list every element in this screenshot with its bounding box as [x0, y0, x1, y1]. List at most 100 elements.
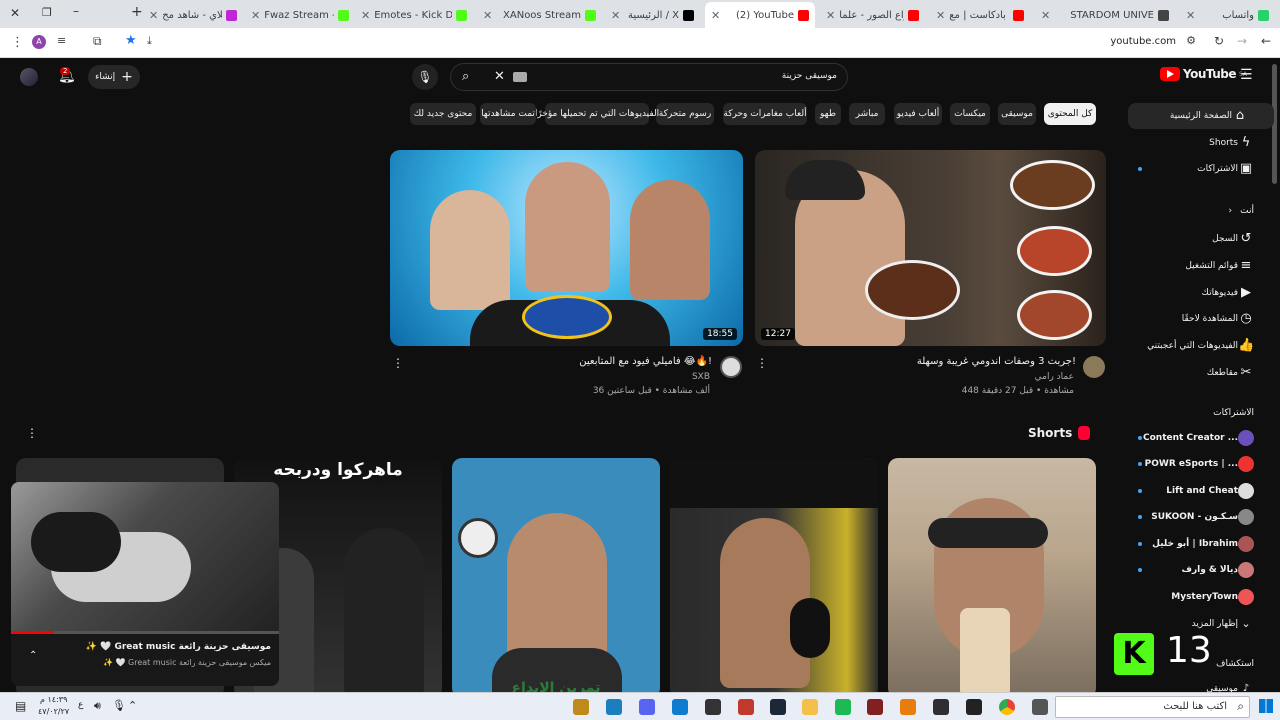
browser-tab[interactable]: ✕ (2) YouTube [705, 2, 815, 28]
search-box[interactable]: ⌕ ✕ موسيقى حزينة [450, 63, 848, 91]
create-button[interactable]: إنشاء + [88, 65, 140, 89]
tab-close-icon[interactable]: ✕ [1186, 9, 1195, 22]
tab-close-icon[interactable]: ✕ [936, 9, 945, 22]
miniplayer[interactable]: موسيقى حزينة رائعة Great music 🤍 ✨ ميكس … [11, 482, 279, 686]
tab-close-icon[interactable]: ✕ [251, 9, 260, 22]
search-icon[interactable]: ⌕ [462, 69, 469, 84]
browser-tab[interactable]: ✕ الرئيسية / X [605, 4, 700, 26]
sidebar-item[interactable]: السجل ↺ [1128, 226, 1280, 252]
profile-avatar[interactable]: A [32, 35, 46, 49]
hamburger-menu-icon[interactable]: ☰ [1240, 67, 1253, 83]
sidebar-item[interactable]: الصفحة الرئيسية ⌂ [1128, 103, 1274, 129]
window-minimize-icon[interactable]: – [73, 4, 79, 18]
new-tab-button[interactable]: + [131, 4, 143, 20]
browser-tab[interactable]: ✕ أنواع الصور - علما [820, 4, 925, 26]
sidebar-item[interactable]: مقاطعك ✂ [1128, 360, 1280, 386]
volume-icon[interactable]: 🔊︎ [94, 699, 101, 713]
browser-tab[interactable]: ✕ Emotes - Kick Da [355, 4, 473, 26]
taskbar-search[interactable]: اكتب هنا للبحث ⌕ [1055, 696, 1250, 718]
subscription-item[interactable]: Content Creator ... [1128, 425, 1280, 451]
sidebar-item[interactable]: Shorts ϟ [1128, 130, 1280, 156]
obs-icon[interactable] [867, 699, 883, 715]
clear-search-icon[interactable]: ✕ [494, 69, 505, 84]
filter-chip[interactable]: تمت مشاهدتها [480, 103, 536, 125]
rog-app-icon[interactable] [573, 699, 589, 715]
filter-chip[interactable]: موسيقى [998, 103, 1036, 125]
filter-chip[interactable]: طهو [815, 103, 841, 125]
blender-icon[interactable] [900, 699, 916, 715]
browser-tab[interactable]: ✕ واتساب [1180, 4, 1275, 26]
sidebar-item[interactable]: الاشتراكات ▣ [1128, 156, 1280, 182]
windows-start-icon[interactable] [1259, 699, 1273, 713]
subscription-item[interactable]: POWR eSports | ... [1128, 451, 1280, 477]
video-title[interactable]: جربت 3 وصفات اندومي غريبة وسهلة! [917, 356, 1076, 367]
site-settings-icon[interactable]: ⚙ [1186, 34, 1196, 47]
tab-close-icon[interactable]: ✕ [611, 9, 620, 22]
short-thumbnail[interactable]: تمرين الإبداع [452, 458, 660, 692]
tab-close-icon[interactable]: ✕ [361, 9, 370, 22]
language-indicator[interactable]: ع [78, 700, 83, 710]
subscription-item[interactable]: ديالا & وارف [1128, 557, 1280, 583]
keyboard-icon[interactable] [513, 72, 527, 82]
shorts-more-icon[interactable]: ⋮ [26, 426, 38, 440]
extensions-icon[interactable]: ⧉ [93, 34, 102, 49]
tab-close-icon[interactable]: ✕ [483, 9, 492, 22]
browser-tab[interactable]: ✕ تورنلاي - شاهد مح [143, 4, 243, 26]
taskbar-search-input[interactable]: اكتب هنا للبحث [1163, 701, 1227, 712]
subscription-item[interactable]: SUKOON - سـكـون [1128, 504, 1280, 530]
sidebar-item[interactable]: الفيديوهات التي أعجبتني 👍 [1128, 333, 1280, 359]
channel-avatar-sxb[interactable] [720, 356, 742, 378]
youtube-logo[interactable]: YouTube SA [1160, 67, 1247, 81]
subscription-item[interactable]: Lift and Cheat [1128, 478, 1280, 504]
filter-chip[interactable]: رسوم متحركة [656, 103, 714, 125]
miniplayer-video[interactable] [11, 482, 279, 632]
tab-close-icon[interactable]: ✕ [711, 9, 720, 22]
edge-icon[interactable] [672, 699, 688, 715]
you-section-header[interactable]: › أنت [1229, 206, 1254, 216]
reload-icon[interactable]: ↻ [1214, 34, 1224, 48]
short-thumbnail[interactable] [888, 458, 1096, 692]
menu-dots-icon[interactable]: ⋮ [11, 35, 24, 50]
miniplayer-progress[interactable] [11, 631, 279, 634]
sidebar-item[interactable]: المشاهدة لاحقًا ◷ [1128, 306, 1280, 332]
miniplayer-expand-icon[interactable]: ⌃ [29, 650, 37, 661]
tab-close-icon[interactable]: ✕ [149, 9, 158, 22]
playlist-icon[interactable]: ≡ [57, 34, 66, 47]
sidebar-item[interactable]: قوائم التشغيل ≡ [1128, 253, 1280, 279]
spotify-icon[interactable] [835, 699, 851, 715]
filter-chip[interactable]: ألعاب مغامرات وحركة [723, 103, 807, 125]
epic-icon[interactable] [738, 699, 754, 715]
sidebar-item[interactable]: فيديوهاتك ▶ [1128, 280, 1280, 306]
video-thumbnail-sxb[interactable]: 18:55 [390, 150, 743, 346]
obs-studio-icon[interactable] [933, 699, 949, 715]
visual-studio-icon[interactable] [606, 699, 622, 715]
filter-chip[interactable]: مباشر [849, 103, 885, 125]
tab-close-icon[interactable]: ✕ [1041, 9, 1050, 22]
filter-chip[interactable]: محتوى جديد لك [410, 103, 476, 125]
filter-chip[interactable]: كل المحتوى [1044, 103, 1096, 125]
filter-chip[interactable]: ألعاب فيديو [894, 103, 942, 125]
subscription-item[interactable]: أبو خليل | Ibrahim [1128, 531, 1280, 557]
browser-tab[interactable]: ✕ Fwaz Stream - W [245, 4, 355, 26]
chrome-icon[interactable] [999, 699, 1015, 715]
video-title[interactable]: فاميلي فيود مع المتابعين 😂🔥! [579, 356, 712, 367]
file-explorer-icon[interactable] [802, 699, 818, 715]
bookmark-star-icon[interactable]: ★ [125, 33, 137, 48]
filter-chip[interactable]: الفيديوهات التي تم تحميلها مؤخرًا [535, 103, 659, 125]
tab-close-icon[interactable]: ✕ [826, 9, 835, 22]
filter-chip[interactable]: ميكسات [950, 103, 990, 125]
video-channel[interactable]: SXB [692, 372, 710, 382]
video-channel[interactable]: عماد رامي [1035, 372, 1074, 382]
browser-tab[interactable]: ✕ STARDOM UNIVE [1035, 4, 1175, 26]
window-close-icon[interactable]: ✕ [10, 6, 20, 20]
microphone-icon[interactable]: 🎙︎ [112, 699, 126, 712]
search-input[interactable]: موسيقى حزينة [782, 71, 837, 81]
browser-tab[interactable]: ✕ XANoos Stream [477, 4, 602, 26]
steam-icon[interactable] [770, 699, 786, 715]
video-more-icon[interactable]: ⋮ [392, 356, 404, 370]
forward-icon[interactable]: → [1237, 34, 1247, 48]
channel-avatar-emad[interactable] [1083, 356, 1105, 378]
back-icon[interactable]: ← [1261, 34, 1271, 48]
task-view-icon[interactable] [1032, 699, 1048, 715]
sidebar-item-music[interactable]: موسيقى ♪ [1128, 676, 1280, 692]
